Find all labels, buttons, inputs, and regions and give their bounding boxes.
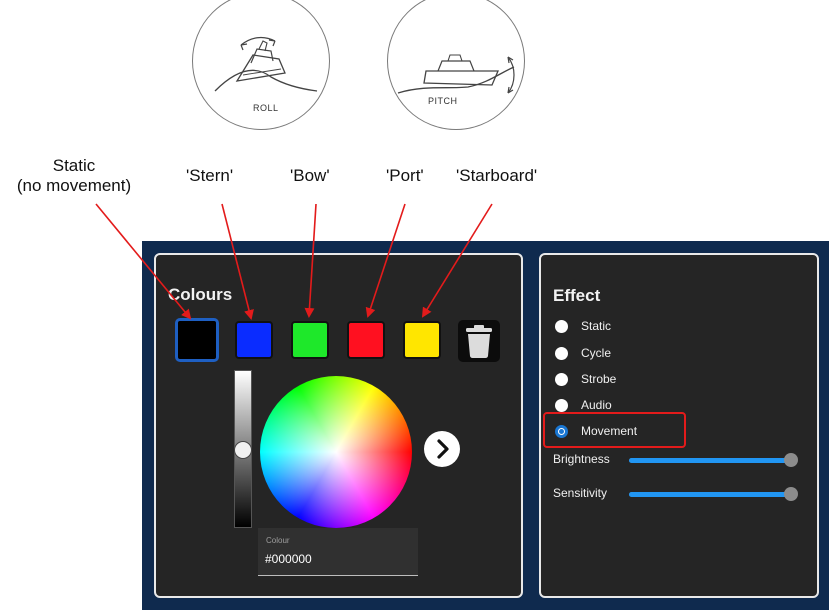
- radio-audio[interactable]: [555, 399, 568, 412]
- swatch-starboard[interactable]: [403, 321, 441, 359]
- colour-field-value[interactable]: #000000: [265, 552, 312, 566]
- radio-label-audio: Audio: [581, 398, 612, 412]
- effect-panel: Effect Static Cycle Strobe Audio Movemen…: [539, 253, 819, 598]
- delete-colour-button[interactable]: [458, 320, 500, 362]
- radio-label-cycle: Cycle: [581, 346, 612, 360]
- radio-static[interactable]: [555, 320, 568, 333]
- sensitivity-slider-thumb[interactable]: [784, 487, 798, 501]
- pitch-caption: PITCH: [428, 96, 458, 106]
- annotation-bow: 'Bow': [290, 166, 330, 185]
- roll-illustration: ROLL: [192, 0, 330, 130]
- brightness-slider[interactable]: [629, 453, 798, 467]
- annotation-starboard: 'Starboard': [456, 166, 538, 185]
- radio-movement[interactable]: [555, 425, 568, 438]
- swatch-bow[interactable]: [291, 321, 329, 359]
- colour-wheel[interactable]: [260, 376, 412, 528]
- pitch-illustration: PITCH: [387, 0, 525, 130]
- ship-pitch-icon: [397, 54, 515, 94]
- swatch-port[interactable]: [347, 321, 385, 359]
- roll-caption: ROLL: [253, 103, 279, 113]
- colour-field-label: Colour: [266, 536, 290, 545]
- brightness-slider-thumb[interactable]: [784, 453, 798, 467]
- colour-brightness-slider[interactable]: [234, 370, 252, 528]
- colours-title: Colours: [168, 285, 233, 304]
- annotation-stern: 'Stern': [186, 166, 234, 185]
- sensitivity-label: Sensitivity: [553, 486, 608, 500]
- annotation-static-line1: Static: [52, 156, 96, 175]
- sensitivity-slider[interactable]: [629, 487, 798, 501]
- annotation-port: 'Port': [386, 166, 424, 185]
- brightness-slider-fill: [629, 458, 791, 463]
- swatch-stern[interactable]: [235, 321, 273, 359]
- radio-cycle[interactable]: [555, 347, 568, 360]
- colour-hex-field[interactable]: Colour #000000: [258, 528, 418, 576]
- colour-brightness-handle[interactable]: [234, 441, 252, 459]
- annotation-static: Static (no movement): [4, 156, 144, 196]
- brightness-label: Brightness: [553, 452, 610, 466]
- chevron-right-icon: [437, 439, 449, 459]
- radio-strobe[interactable]: [555, 373, 568, 386]
- radio-label-movement: Movement: [581, 424, 638, 438]
- effect-title: Effect: [553, 286, 601, 305]
- sensitivity-slider-fill: [629, 492, 791, 497]
- trash-icon: [466, 325, 492, 358]
- next-button[interactable]: [424, 431, 460, 467]
- annotation-static-line2: (no movement): [16, 176, 132, 195]
- radio-label-strobe: Strobe: [581, 372, 617, 386]
- colours-panel: Colours Colour #000000: [154, 253, 523, 598]
- app-area: Colours Colour #000000 Effect Static Cyc…: [142, 241, 829, 610]
- radio-label-static: Static: [581, 319, 612, 333]
- swatch-static[interactable]: [175, 318, 219, 362]
